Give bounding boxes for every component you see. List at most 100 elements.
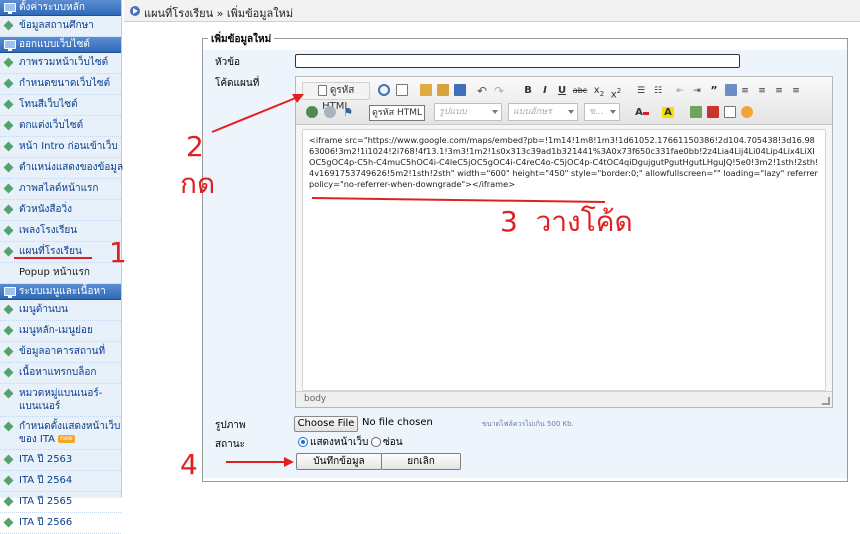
sidebar-section-main-settings[interactable]: ตั้งค่าระบบหลัก — [0, 0, 121, 16]
sidebar-item-label: หมวดหมู่แบนเนอร์-แบนเนอร์ — [19, 388, 103, 412]
image-icon[interactable] — [688, 104, 704, 122]
title-input[interactable] — [295, 54, 740, 68]
sidebar-item-school-info[interactable]: ข้อมูลสถานศึกษา — [0, 16, 121, 37]
find-icon[interactable] — [376, 82, 392, 100]
sidebar-section-title: ตั้งค่าระบบหลัก — [19, 2, 85, 13]
diamond-bullet-icon — [3, 162, 14, 173]
diamond-bullet-icon — [3, 225, 14, 236]
sidebar-item-ita-2566[interactable]: ITA ปี 2566 — [0, 513, 121, 534]
diamond-bullet-icon — [3, 141, 14, 152]
link-icon[interactable] — [304, 104, 320, 122]
strikethrough-button[interactable]: abc — [571, 82, 589, 100]
annotation-step-3: 3 วางโค้ด — [500, 205, 633, 238]
numbered-list-icon[interactable]: ☰ — [633, 82, 649, 100]
align-center-icon[interactable]: ≡ — [754, 82, 770, 100]
diamond-bullet-icon — [3, 454, 14, 465]
sidebar-item-label: ITA ปี 2564 — [19, 475, 73, 486]
blockquote-icon[interactable]: ” — [706, 82, 722, 100]
superscript-button[interactable]: x2 — [608, 82, 624, 100]
diamond-bullet-icon — [3, 246, 14, 257]
sidebar-section-title: ระบบเมนูและเนื้อหา — [19, 286, 106, 297]
save-button[interactable]: บันทึกข้อมูล — [296, 453, 382, 470]
sidebar-item-decorate[interactable]: ตกแต่งเว็บไซต์ — [0, 116, 121, 137]
anchor-flag-icon[interactable]: ⚑ — [340, 104, 356, 122]
radio-hide-label: ซ่อน — [383, 437, 403, 448]
sidebar-item-intro[interactable]: หน้า Intro ก่อนเข้าเว็บ — [0, 137, 121, 158]
preview-icon[interactable] — [394, 82, 410, 100]
sidebar-item-slides[interactable]: ภาพสไลด์หน้าแรก — [0, 179, 121, 200]
sidebar-item-buildings[interactable]: ข้อมูลอาคารสถานที่ — [0, 342, 121, 363]
sidebar-item-popup[interactable]: Popup หน้าแรก — [0, 263, 121, 284]
sidebar-item-label: เนื้อหาแทรกบล็อก — [19, 367, 97, 378]
style-combo[interactable]: รูปแบบ — [434, 103, 502, 121]
cut-icon[interactable] — [418, 82, 434, 100]
status-label: สถานะ — [215, 439, 245, 450]
background-color-button[interactable]: A — [656, 104, 680, 122]
sidebar-item-ita-settings[interactable]: กำหนดตั้งแสดงหน้าเว็บของ ITA new — [0, 417, 121, 450]
diamond-bullet-icon — [3, 388, 14, 399]
sidebar-item-school-map[interactable]: แผนที่โรงเรียน — [0, 242, 121, 263]
breadcrumb-current: เพิ่มข้อมูลใหม่ — [226, 7, 294, 20]
sidebar-item-school-song[interactable]: เพลงโรงเรียน — [0, 221, 121, 242]
sidebar-item-ita-2565[interactable]: ITA ปี 2565 — [0, 492, 121, 513]
bulleted-list-icon[interactable]: ☷ — [650, 82, 666, 100]
annotation-step-4: 4 — [180, 448, 198, 481]
bold-button[interactable]: B — [520, 82, 536, 100]
resize-handle-icon[interactable] — [822, 397, 830, 405]
align-left-icon[interactable]: ≡ — [737, 82, 753, 100]
diamond-bullet-icon — [3, 367, 14, 378]
align-right-icon[interactable]: ≡ — [771, 82, 787, 100]
sidebar-item-data-position[interactable]: ตำแหน่งแสดงของข้อมูล — [0, 158, 123, 179]
sidebar-item-overview[interactable]: ภาพรวมหน้าเว็บไซต์ — [0, 53, 121, 74]
sidebar-item-main-sub-menu[interactable]: เมนูหลัก-เมนูย่อย — [0, 321, 121, 342]
underline-button[interactable]: U — [554, 82, 570, 100]
sidebar-item-banner-categories[interactable]: หมวดหมู่แบนเนอร์-แบนเนอร์ — [0, 384, 121, 417]
sidebar-item-label: เมนูหลัก-เมนูย่อย — [19, 325, 93, 336]
annotation-step-2-text: กด — [180, 167, 216, 200]
flash-icon[interactable] — [705, 104, 721, 122]
paste-icon[interactable] — [452, 82, 468, 100]
indent-icon[interactable]: ⇥ — [689, 82, 705, 100]
text-color-button[interactable]: A — [630, 104, 654, 122]
radio-hide[interactable] — [371, 437, 381, 447]
unlink-icon[interactable] — [322, 104, 338, 122]
breadcrumb-link-school-map[interactable]: แผนที่โรงเรียน — [144, 7, 213, 20]
diamond-bullet-icon — [3, 517, 14, 528]
cancel-button[interactable]: ยกเลิก — [381, 453, 461, 470]
sidebar-item-site-size[interactable]: กำหนดขนาดเว็บไซต์ — [0, 74, 121, 95]
align-justify-icon[interactable]: ≡ — [788, 82, 804, 100]
diamond-bullet-icon — [3, 346, 14, 357]
file-status: No file chosen — [362, 417, 433, 428]
monitor-icon — [4, 40, 16, 51]
editor-path-bar: body — [296, 391, 832, 407]
subscript-button[interactable]: x2 — [591, 82, 607, 100]
annotation-step-2-number: 2 — [186, 130, 204, 163]
new-badge: new — [58, 435, 75, 443]
sidebar-item-top-menu[interactable]: เมนูด้านบน — [0, 300, 121, 321]
smiley-icon[interactable] — [739, 104, 755, 122]
radio-show[interactable] — [298, 437, 308, 447]
font-combo[interactable]: แบบอักษร — [508, 103, 578, 121]
undo-icon[interactable]: ↶ — [474, 82, 490, 100]
diamond-bullet-icon — [3, 496, 14, 507]
annotation-step-1: 1 — [109, 236, 127, 269]
outdent-icon[interactable]: ⇤ — [672, 82, 688, 100]
editor-content-area[interactable]: <iframe src="https://www.google.com/maps… — [302, 129, 826, 391]
copy-icon[interactable] — [435, 82, 451, 100]
sidebar-section-design[interactable]: ออกแบบเว็บไซต์ — [0, 37, 121, 53]
sidebar-item-ita-2563[interactable]: ITA ปี 2563 — [0, 450, 121, 471]
sidebar-item-color-tone[interactable]: โทนสีเว็บไซต์ — [0, 95, 121, 116]
diamond-bullet-icon — [3, 20, 14, 31]
diamond-bullet-icon — [3, 421, 14, 432]
sidebar-item-ita-2564[interactable]: ITA ปี 2564 — [0, 471, 121, 492]
sidebar-item-marquee[interactable]: ตัวหนังสือวิ่ง — [0, 200, 121, 221]
redo-icon[interactable]: ↷ — [491, 82, 507, 100]
size-combo[interactable]: ข... — [584, 103, 620, 121]
sidebar-section-menus-content[interactable]: ระบบเมนูและเนื้อหา — [0, 284, 121, 300]
table-icon[interactable] — [722, 104, 738, 122]
map-code-label: โค้ดแผนที่ — [215, 78, 260, 89]
italic-button[interactable]: I — [537, 82, 553, 100]
choose-file-button[interactable]: Choose File — [294, 416, 358, 432]
view-source-button[interactable]: ดูรหัส HTML — [302, 82, 370, 112]
sidebar-item-block-content[interactable]: เนื้อหาแทรกบล็อก — [0, 363, 121, 384]
